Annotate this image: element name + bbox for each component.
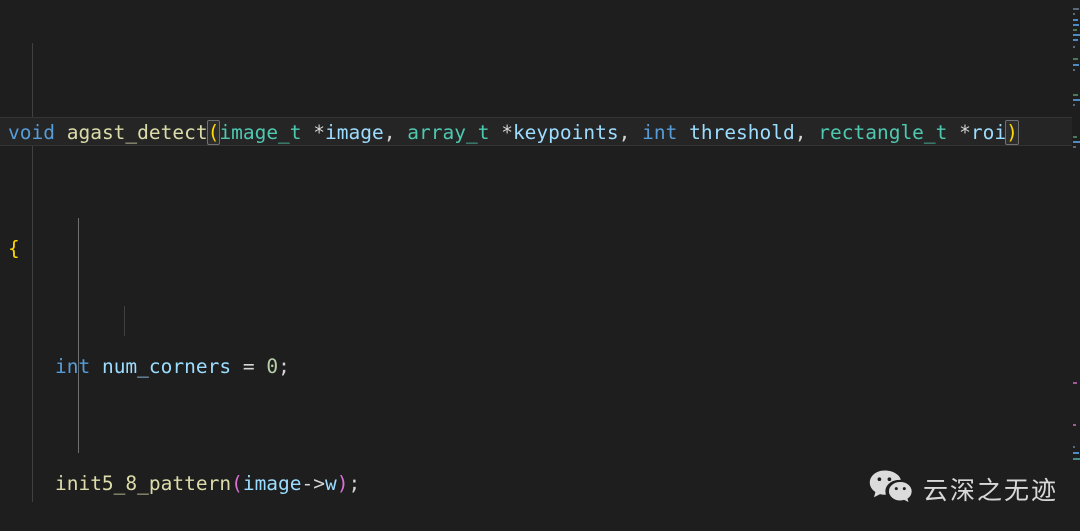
minimap-row [1073, 382, 1077, 384]
code-line[interactable]: void agast_detect(image_t *image, array_… [0, 117, 1072, 147]
code-editor[interactable]: void agast_detect(image_t *image, array_… [0, 0, 1080, 531]
minimap-row [1073, 424, 1076, 426]
code-line[interactable]: { [0, 234, 1072, 263]
code-content[interactable]: void agast_detect(image_t *image, array_… [0, 0, 1072, 531]
minimap-row [1073, 146, 1076, 148]
minimap-row [1073, 8, 1079, 10]
minimap-row [1073, 34, 1080, 36]
minimap-row [1073, 24, 1079, 26]
minimap-row [1073, 446, 1075, 448]
minimap-row [1073, 452, 1079, 454]
minimap-row [1073, 69, 1075, 71]
minimap-row [1073, 136, 1077, 138]
minimap[interactable] [1072, 0, 1080, 531]
minimap-row [1073, 39, 1078, 41]
minimap-row [1073, 458, 1080, 460]
minimap-row [1073, 29, 1077, 31]
code-line[interactable]: init5_8_pattern(image->w); [0, 469, 1072, 498]
minimap-row [1073, 94, 1078, 96]
minimap-row [1073, 104, 1075, 106]
minimap-row [1073, 46, 1075, 48]
minimap-row [1073, 58, 1078, 60]
minimap-row [1073, 141, 1080, 143]
minimap-row [1073, 13, 1075, 15]
minimap-row [1073, 99, 1080, 101]
minimap-row [1073, 19, 1078, 21]
minimap-row [1073, 64, 1079, 66]
code-line[interactable]: int num_corners = 0; [0, 352, 1072, 381]
